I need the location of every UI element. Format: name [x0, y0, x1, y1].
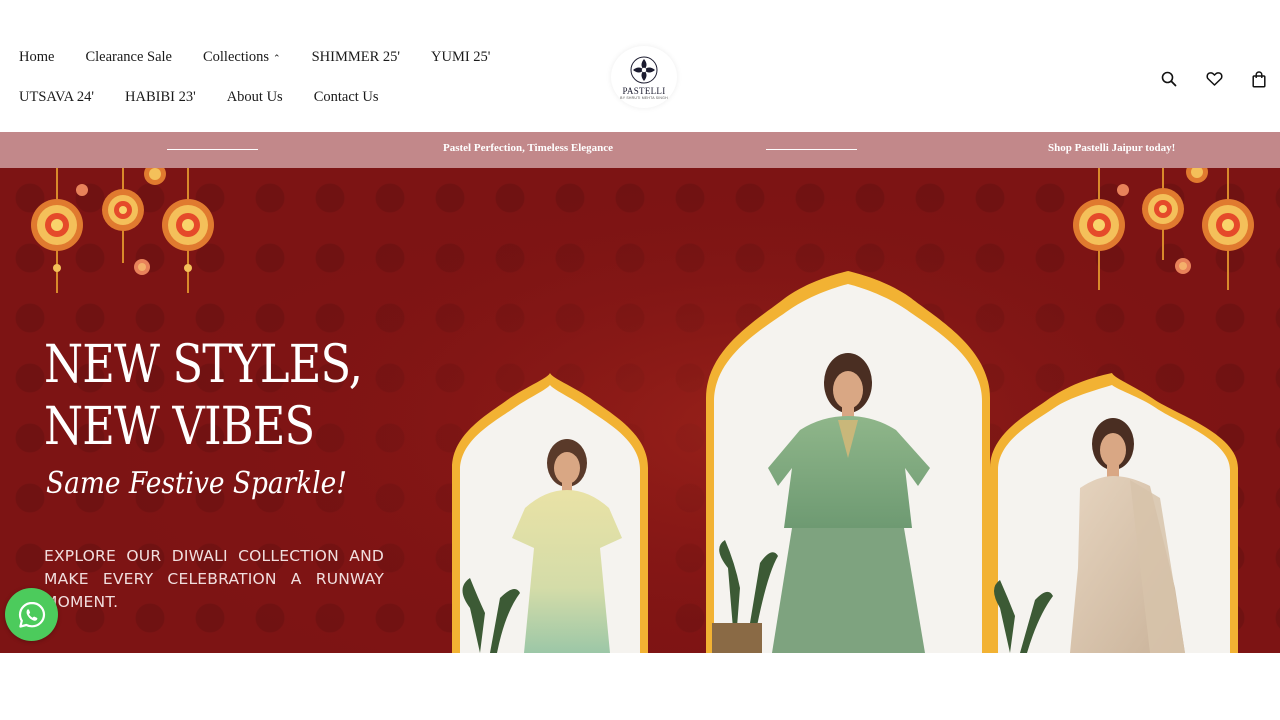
main-nav-row-1: Home Clearance Sale Collections ⌃ SHIMMER… [19, 49, 521, 66]
site-header: Home Clearance Sale Collections ⌃ SHIMMER… [0, 0, 1280, 132]
nav-utsava-24[interactable]: UTSAVA 24' [19, 89, 94, 106]
main-nav-row-2: UTSAVA 24' HABIBI 23' About Us Contact U… [19, 89, 410, 106]
header-actions [1133, 70, 1268, 88]
nav-yumi-25[interactable]: YUMI 25' [431, 49, 490, 66]
logo-mark-icon [630, 56, 658, 83]
cart-bag-icon[interactable] [1250, 70, 1268, 88]
hero-banner[interactable]: NEW STYLES, NEW VIBES Same Festive Spark… [0, 168, 1280, 653]
hero-title: NEW STYLES, NEW VIBES [44, 334, 363, 458]
announcement-message: Pastel Perfection, Timeless Elegance [443, 142, 614, 154]
logo-name: PASTELLI [622, 85, 666, 96]
announcement-bar: Pastel Perfection, Timeless Elegance Sho… [0, 132, 1280, 168]
announcement-message: Shop Pastelli Jaipur today! [1048, 142, 1176, 154]
hero-title-line: NEW STYLES, [44, 335, 363, 395]
whatsapp-chat-button[interactable] [5, 588, 58, 641]
announcement-divider [766, 149, 857, 150]
nav-shimmer-25[interactable]: SHIMMER 25' [312, 49, 400, 66]
wishlist-heart-icon[interactable] [1205, 70, 1223, 88]
logo-subtitle: BY SHRUTI MEHTA SINGH [620, 95, 668, 100]
announcement-divider [167, 149, 258, 150]
nav-clearance-sale[interactable]: Clearance Sale [85, 49, 172, 66]
nav-collections[interactable]: Collections ⌃ [203, 49, 281, 66]
nav-habibi-23[interactable]: HABIBI 23' [125, 89, 196, 106]
nav-home[interactable]: Home [19, 49, 54, 66]
search-icon[interactable] [1160, 70, 1178, 88]
whatsapp-icon [18, 601, 45, 628]
hero-title-line: NEW VIBES [44, 397, 315, 457]
chevron-up-icon: ⌃ [273, 53, 281, 63]
nav-about-us[interactable]: About Us [227, 89, 283, 106]
site-logo[interactable]: PASTELLI BY SHRUTI MEHTA SINGH [611, 46, 677, 108]
hero-description: EXPLORE OUR DIWALI COLLECTION AND MAKE E… [44, 547, 384, 611]
nav-contact-us[interactable]: Contact Us [314, 89, 379, 106]
hero-tagline: Same Festive Sparkle! [46, 466, 347, 501]
